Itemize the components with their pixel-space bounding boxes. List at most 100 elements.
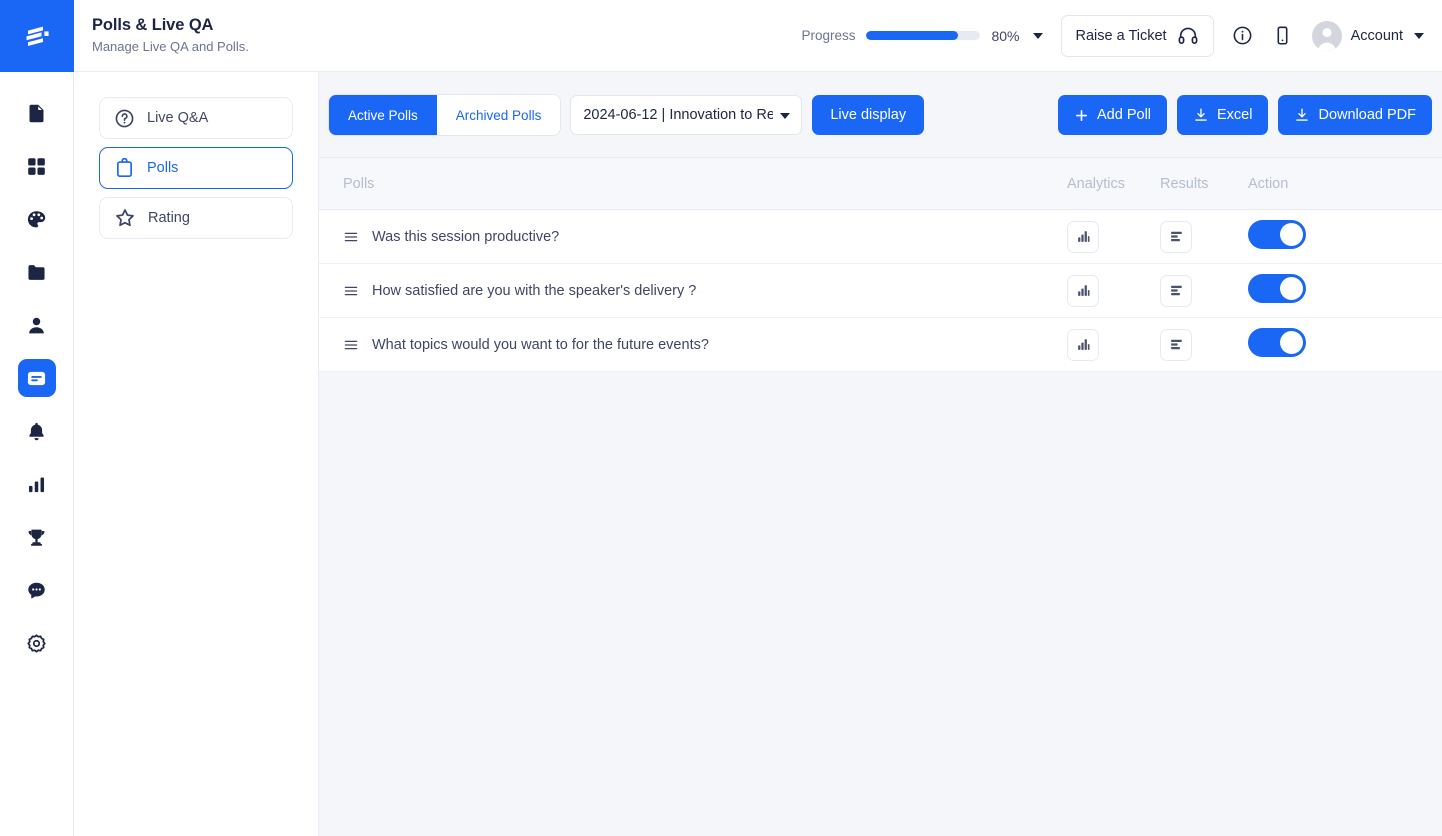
download-pdf-label: Download PDF [1318, 107, 1416, 123]
results-cell [1160, 274, 1248, 307]
rail-item-settings[interactable] [18, 624, 56, 662]
chat-icon [28, 582, 45, 598]
table-body: Was this session productive? How satisfi… [319, 210, 1442, 372]
analytics-button[interactable] [1067, 274, 1099, 307]
chevron-down-icon[interactable] [1032, 32, 1043, 39]
column-header-results: Results [1160, 175, 1209, 192]
toolbar-right-actions: Add Poll Excel Download PDF [1058, 95, 1442, 135]
gear-icon [27, 633, 46, 653]
drag-handle-icon[interactable] [343, 337, 359, 353]
session-select-wrap: 2024-06-12 | Innovation to Re [570, 95, 803, 135]
drag-handle-icon[interactable] [343, 283, 359, 299]
table-row[interactable]: Was this session productive? [319, 210, 1442, 264]
content-area: Active Polls Archived Polls 2024-06-12 |… [319, 72, 1442, 836]
plus-icon [1076, 109, 1087, 121]
sidebar-item-live-qa[interactable]: Live Q&A [99, 97, 293, 139]
results-button[interactable] [1160, 328, 1192, 361]
live-display-button[interactable]: Live display [812, 95, 925, 135]
account-label: Account [1350, 27, 1403, 44]
tab-active-polls[interactable]: Active Polls [329, 95, 437, 135]
header-actions: Progress 80% Raise a Ticket Account [801, 14, 1424, 57]
header-titles: Polls & Live QA Manage Live QA and Polls… [92, 15, 249, 55]
tab-archived-polls[interactable]: Archived Polls [436, 95, 561, 135]
rail-item-notifications[interactable] [18, 412, 56, 450]
progress-fill [866, 31, 958, 40]
rail-item-list [0, 72, 73, 677]
star-icon [116, 209, 134, 227]
analytics-button[interactable] [1067, 328, 1099, 361]
action-cell [1248, 219, 1348, 254]
results-button[interactable] [1160, 274, 1192, 307]
rail-item-document[interactable] [18, 94, 56, 132]
download-icon [1195, 108, 1207, 121]
progress-label: Progress [801, 28, 856, 43]
analytics-button[interactable] [1067, 220, 1099, 253]
sidebar-item-rating[interactable]: Rating [99, 197, 293, 239]
poll-question-cell: Was this session productive? [319, 229, 1067, 245]
vertical-bar-chart-icon [1077, 339, 1089, 350]
page-subtitle: Manage Live QA and Polls. [92, 38, 249, 54]
poll-enabled-toggle[interactable] [1248, 327, 1306, 357]
bell-icon [29, 422, 44, 440]
analytics-cell [1067, 328, 1160, 361]
action-cell [1248, 273, 1348, 308]
rail-item-branding[interactable] [18, 200, 56, 238]
rail-item-files[interactable] [18, 253, 56, 291]
sidebar-item-label: Live Q&A [147, 110, 209, 126]
drag-handle-icon[interactable] [343, 229, 359, 245]
poll-enabled-toggle[interactable] [1248, 273, 1306, 303]
mobile-preview-button[interactable] [1266, 19, 1300, 53]
rail-item-chat[interactable] [18, 571, 56, 609]
toggle-knob [1280, 330, 1303, 354]
results-cell [1160, 328, 1248, 361]
rail-item-attendees[interactable] [18, 306, 56, 344]
info-circle-icon [1233, 26, 1252, 45]
rail-item-gamification[interactable] [18, 518, 56, 556]
raise-ticket-label: Raise a Ticket [1075, 27, 1167, 44]
toggle-knob [1280, 276, 1303, 300]
poll-enabled-toggle[interactable] [1248, 219, 1306, 249]
poll-question-text: How satisfied are you with the speaker's… [372, 282, 697, 299]
info-button[interactable] [1226, 19, 1260, 53]
download-pdf-button[interactable]: Download PDF [1278, 95, 1432, 135]
account-menu[interactable]: Account [1311, 20, 1424, 51]
action-cell [1248, 327, 1348, 362]
add-poll-button[interactable]: Add Poll [1058, 95, 1168, 135]
polls-tab-group: Active Polls Archived Polls [329, 95, 561, 135]
table-row[interactable]: How satisfied are you with the speaker's… [319, 264, 1442, 318]
document-icon [29, 104, 44, 122]
poll-question-text: Was this session productive? [372, 228, 560, 245]
account-chevron-down-icon[interactable] [1414, 32, 1424, 39]
polls-icon [27, 371, 46, 385]
stacked-bars-logo-icon [26, 26, 49, 46]
mobile-device-icon [1277, 26, 1288, 45]
progress-indicator: Progress 80% [801, 28, 1043, 44]
palette-icon [27, 210, 46, 227]
rail-item-polls[interactable] [17, 359, 56, 397]
avatar [1311, 20, 1342, 51]
app-logo[interactable] [0, 0, 74, 72]
bar-chart-icon [28, 477, 45, 492]
horizontal-bar-chart-icon [1170, 339, 1182, 350]
icon-rail [0, 0, 74, 836]
polls-toolbar: Active Polls Archived Polls 2024-06-12 |… [319, 95, 1442, 135]
trophy-icon [28, 529, 45, 546]
raise-ticket-button[interactable]: Raise a Ticket [1060, 14, 1214, 57]
rail-item-analytics[interactable] [18, 465, 56, 503]
table-row[interactable]: What topics would you want to for the fu… [319, 318, 1442, 372]
poll-question-cell: What topics would you want to for the fu… [319, 337, 1067, 353]
user-icon [29, 317, 44, 333]
session-select[interactable]: 2024-06-12 | Innovation to Re [570, 95, 803, 135]
horizontal-bar-chart-icon [1170, 285, 1182, 296]
excel-export-button[interactable]: Excel [1177, 95, 1269, 135]
question-circle-icon [115, 109, 134, 127]
rail-item-dashboard[interactable] [18, 147, 56, 185]
results-button[interactable] [1160, 220, 1192, 253]
add-poll-label: Add Poll [1097, 107, 1152, 123]
vertical-bar-chart-icon [1077, 231, 1089, 242]
excel-label: Excel [1217, 107, 1253, 123]
sidebar-item-polls[interactable]: Polls [99, 147, 293, 189]
toggle-knob [1280, 222, 1303, 246]
poll-question-cell: How satisfied are you with the speaker's… [319, 283, 1067, 299]
polls-table: Polls Analytics Results Action Was this … [319, 157, 1442, 372]
